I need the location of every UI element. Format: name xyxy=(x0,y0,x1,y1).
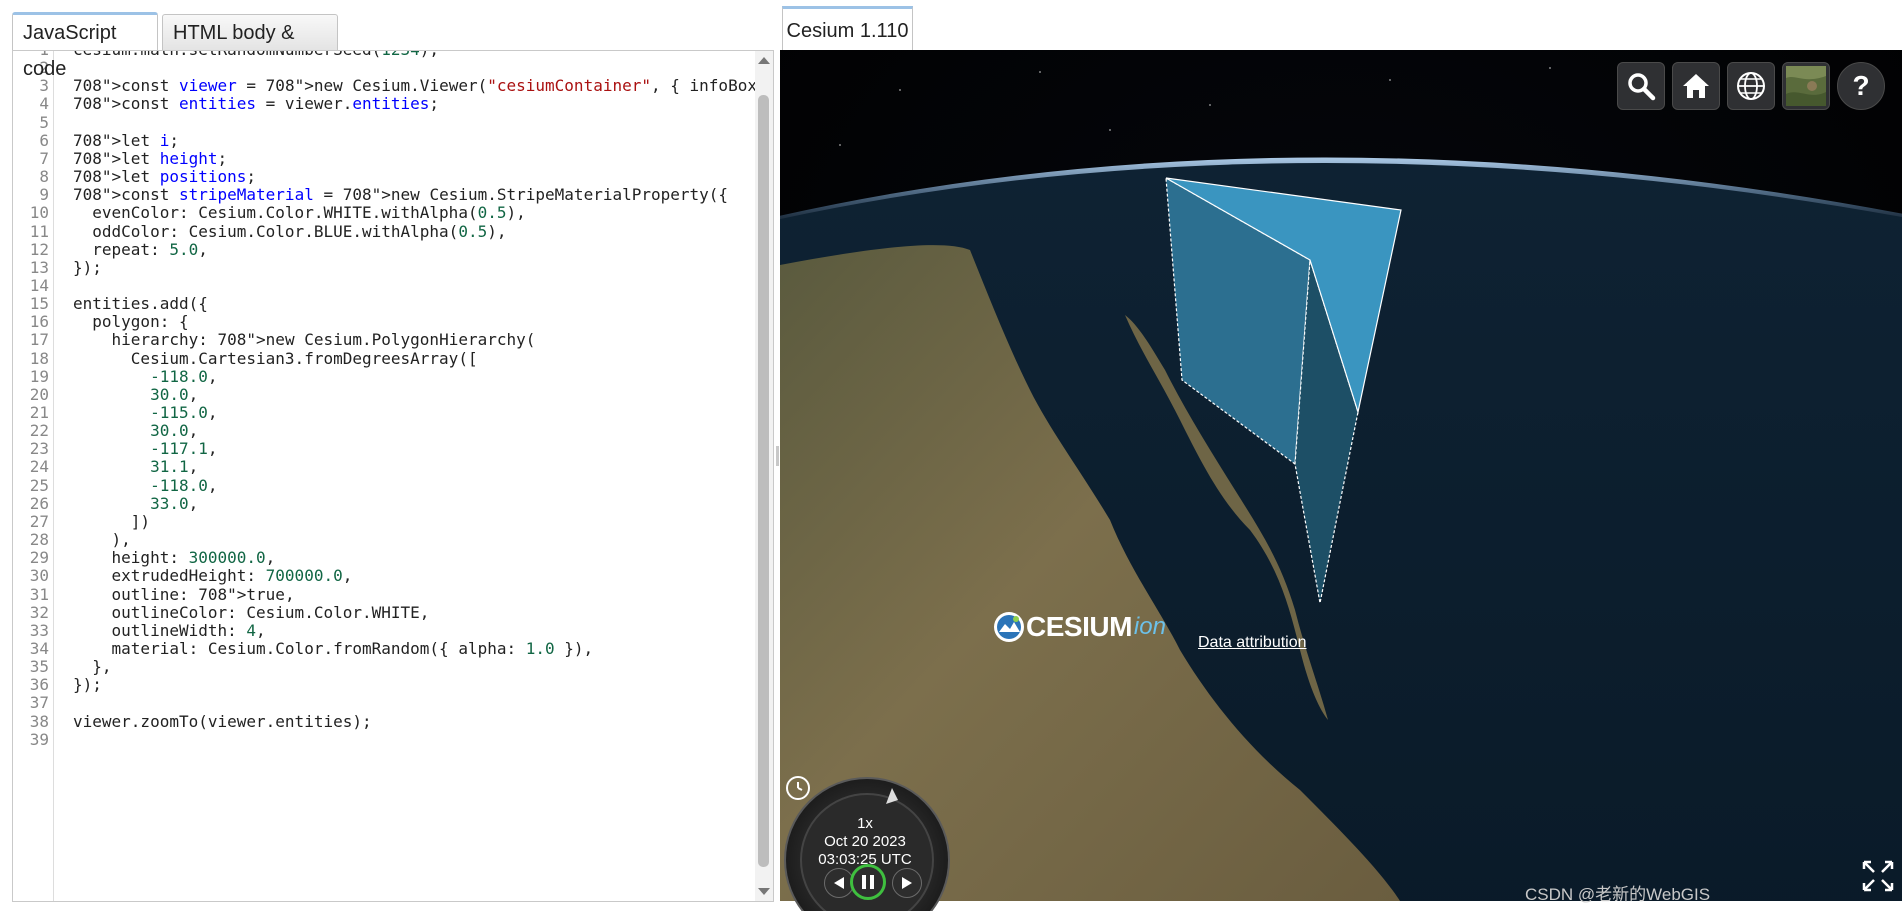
clock-icon[interactable] xyxy=(786,776,810,800)
globe-icon xyxy=(1737,72,1765,100)
base-layer-picker-button[interactable] xyxy=(1782,62,1830,110)
imagery-layer-icon xyxy=(1786,66,1826,106)
help-icon: ? xyxy=(1852,70,1870,101)
home-view-button[interactable] xyxy=(1672,62,1720,110)
search-icon xyxy=(1628,73,1656,101)
fullscreen-icon xyxy=(1862,860,1894,892)
fullscreen-button[interactable] xyxy=(1860,858,1896,894)
play-forward-icon xyxy=(902,877,912,889)
scroll-down-arrow-icon[interactable] xyxy=(758,888,770,895)
pause-icon xyxy=(862,875,874,889)
tab-javascript-code[interactable]: JavaScript code xyxy=(12,12,158,80)
line-number: 39 xyxy=(29,729,49,749)
animation-date: Oct 20 2023 xyxy=(824,833,906,850)
code-editor-pane: HTML body & CSS JavaScript code 12345678… xyxy=(0,0,776,913)
splitter-grip[interactable] xyxy=(776,446,779,466)
geocoder-search-button[interactable] xyxy=(1617,62,1665,110)
data-attribution-link[interactable]: Data attribution xyxy=(1198,634,1307,652)
cesium-viewer-pane: Cesium 1.110 ? CESIUM ion Data attributi… xyxy=(780,0,1902,913)
editor-tabbar: HTML body & CSS JavaScript code xyxy=(0,0,776,80)
home-icon xyxy=(1683,74,1709,98)
code-area[interactable]: cesium.math.setRandomNumberSeed(1234);70… xyxy=(53,51,767,901)
tab-cesium-viewer[interactable]: Cesium 1.110 xyxy=(782,6,913,50)
code-line[interactable] xyxy=(53,729,755,751)
scroll-up-arrow-icon[interactable] xyxy=(758,57,770,64)
javascript-editor[interactable]: 1234567891011121314151617181920212223242… xyxy=(12,50,774,902)
cesium-logo-icon xyxy=(994,612,1024,642)
ion-logo-text: CESIUM xyxy=(1026,611,1132,642)
csdn-watermark: CSDN @老新的WebGIS xyxy=(1525,885,1711,904)
play-reverse-icon xyxy=(834,877,844,889)
scene-mode-button[interactable] xyxy=(1727,62,1775,110)
play-forward-button[interactable] xyxy=(892,868,922,898)
navigation-help-button[interactable]: ? xyxy=(1837,62,1885,110)
tab-html-body-css[interactable]: HTML body & CSS xyxy=(162,14,338,80)
animation-speed: 1x xyxy=(857,815,873,832)
pause-button[interactable] xyxy=(850,864,886,900)
scrollbar-thumb[interactable] xyxy=(758,95,769,867)
cesium-ion-logo[interactable]: CESIUM ion xyxy=(992,610,1166,644)
line-number-gutter: 1234567891011121314151617181920212223242… xyxy=(13,51,54,901)
editor-scrollbar[interactable] xyxy=(755,51,773,901)
ion-logo-suffix: ion xyxy=(1133,613,1166,640)
